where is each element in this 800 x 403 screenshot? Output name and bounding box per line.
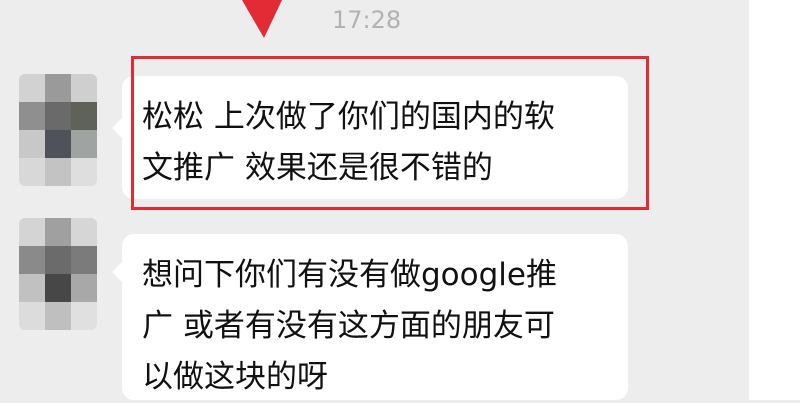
highlight-annotation-box xyxy=(131,56,649,210)
contact-avatar[interactable] xyxy=(19,74,97,186)
message-bubble-tail xyxy=(112,262,122,282)
message-timestamp: 17:28 xyxy=(332,6,402,34)
chat-side-panel xyxy=(749,0,800,400)
contact-avatar[interactable] xyxy=(19,218,97,330)
message-bubble[interactable]: 想问下你们有没有做google推 广 或者有没有这方面的朋友可 以做这块的呀 xyxy=(122,234,628,400)
message-bubble-tail xyxy=(112,118,122,138)
red-arrow-icon xyxy=(242,0,282,38)
